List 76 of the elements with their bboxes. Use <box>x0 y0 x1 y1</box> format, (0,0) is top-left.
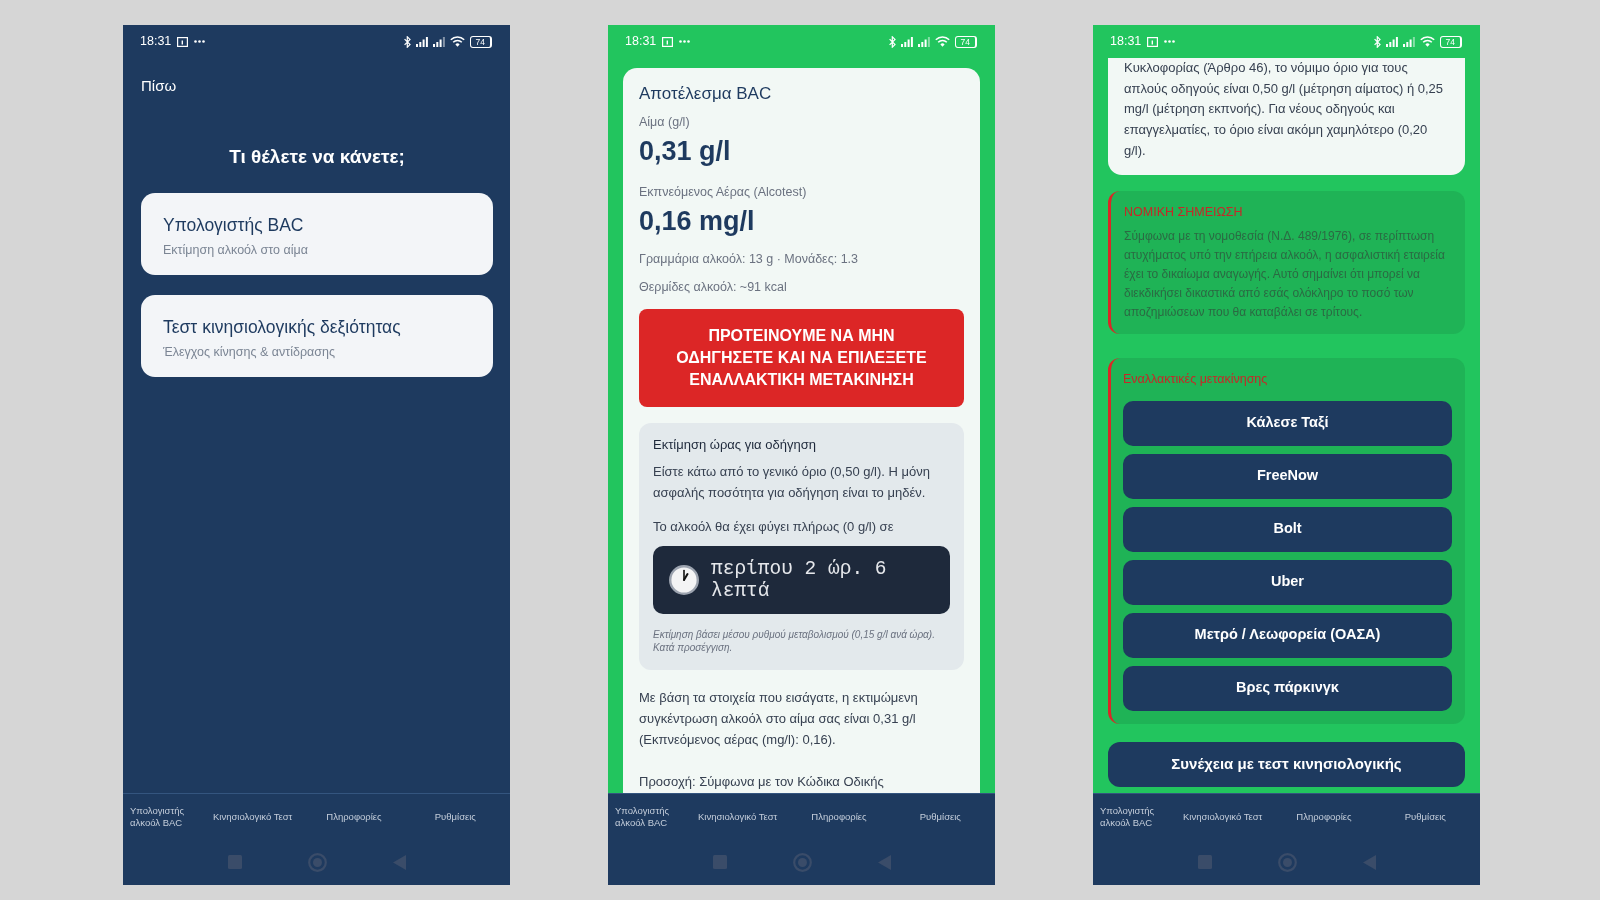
back-triangle-icon[interactable] <box>877 854 891 870</box>
panel-title: Εναλλακτικές μετακίνησης <box>1123 370 1269 388</box>
transport-button[interactable]: Μετρό / Λεωφορεία (ΟΑΣΑ) <box>1123 612 1452 658</box>
body-paragraph: Με βάση τα στοιχεία που εισάγατε, η εκτιμώμενη συγκέντρωση αλκοόλ στο αίμα σας είναι 0,31 g/l (Εκπνεόμενος αέρας (mg/l): 0,16). <box>639 689 919 749</box>
notice-text: Σύμφωνα με τη νομοθεσία (Ν.Δ. 489/1976), σε περίπτωση ατυχήματος υπό την επήρεια αλκοόλ, η ασφαλιστική εταιρεία έχει το δικαίωμα αναγωγής. Αυτό σημαίνει ότι μπορεί να διεκδικήσει δικαστικά από εσάς ολόκληρο το ποσό των αποζημιώσεων που θα καταβάλει σε τρίτους. <box>1124 227 1446 321</box>
wifi-icon <box>934 36 950 47</box>
nav-tab[interactable]: Ρυθμίσεις <box>434 811 476 823</box>
bluetooth-icon <box>888 35 896 48</box>
wifi-icon <box>449 36 465 47</box>
more-dots-icon <box>679 40 691 43</box>
signal-icon <box>900 36 913 47</box>
calendar-icon <box>1147 36 1159 47</box>
card-title: Αποτέλεσμα BAC <box>639 83 773 105</box>
continue-button[interactable]: Συνέχεια με τεστ κινησιολογικής <box>1108 741 1465 787</box>
nav-tab[interactable]: Κινησιολογικό Τεστ <box>698 811 778 823</box>
signal-icon <box>1402 36 1415 47</box>
transport-button[interactable]: FreeNow <box>1123 453 1452 499</box>
signal-icon <box>1385 36 1398 47</box>
body-paragraph: Προσοχή: Σύμφωνα με τον Κώδικα Οδικής <box>639 773 885 791</box>
nav-tab[interactable]: Υπολογιστής αλκοόλ BAC <box>615 805 687 829</box>
wifi-icon <box>1419 36 1435 47</box>
battery-indicator: 74 <box>954 35 977 48</box>
estimate-title: Εκτίμηση ώρας για οδήγηση <box>653 436 817 454</box>
bluetooth-icon <box>403 35 411 48</box>
status-time: 18:31 <box>1110 34 1142 49</box>
option-card[interactable]: Υπολογιστής BAC Εκτίμηση αλκοόλ στο αίμα <box>141 193 493 275</box>
warning-banner: ΠΡΟΤΕΙΝΟΥΜΕ ΝΑ ΜΗΝ ΟΔΗΓΗΣΕΤΕ ΚΑΙ ΝΑ ΕΠΙΛΕΞΕΤΕ ΕΝΑΛΛΑΚΤΙΚΗ ΜΕΤΑΚΙΝΗΣΗ <box>639 309 964 407</box>
home-circle-icon[interactable] <box>307 852 327 872</box>
option-card[interactable]: Τεστ κινησιολογικής δεξιότητας Έλεγχος κίνησης & αντίδρασης <box>141 295 493 377</box>
nav-tab[interactable]: Κινησιολογικό Τεστ <box>213 811 293 823</box>
nav-tab[interactable]: Υπολογιστής αλκοόλ BAC <box>130 805 202 829</box>
screen-heading: Τι θέλετε να κάνετε; <box>228 145 406 169</box>
nav-tab[interactable]: Πληροφορίες <box>326 811 382 823</box>
calendar-icon <box>662 36 674 47</box>
more-dots-icon <box>194 40 206 43</box>
transport-button[interactable]: Κάλεσε Ταξί <box>1123 400 1452 446</box>
reading-label: Αίμα (g/l) <box>639 114 691 131</box>
reading-value: 0,16 mg/l <box>639 205 756 238</box>
square-icon[interactable] <box>227 855 242 869</box>
square-icon[interactable] <box>712 855 727 869</box>
notice-title: ΝΟΜΙΚΗ ΣΗΜΕΙΩΣΗ <box>1124 203 1244 221</box>
signal-icon <box>917 36 930 47</box>
transport-button[interactable]: Uber <box>1123 559 1452 605</box>
battery-indicator: 74 <box>469 35 492 48</box>
back-triangle-icon[interactable] <box>1362 854 1376 870</box>
body-paragraph: Κυκλοφορίας (Άρθρο 46), το νόμιμο όριο για τους απλούς οδηγούς είναι 0,50 g/l (μέτρηση αίματος) ή 0,25 mg/l (μέτρηση εκπνοής). Για νέους οδηγούς και επαγγελματίες, το όριο είναι ακόμη χαμηλότερο (0,20 g/l). <box>1124 59 1445 160</box>
square-icon[interactable] <box>1197 855 1212 869</box>
nav-tab[interactable]: Υπολογιστής αλκοόλ BAC <box>1100 805 1172 829</box>
reading-label: Εκπνεόμενος Αέρας (Alcotest) <box>639 184 808 201</box>
status-time: 18:31 <box>625 34 657 49</box>
transport-button[interactable]: Bolt <box>1123 506 1452 552</box>
back-link[interactable]: Πίσω <box>141 76 177 96</box>
detail-text: Θερμίδες αλκοόλ: ~91 kcal <box>639 279 788 296</box>
nav-tab[interactable]: Κινησιολογικό Τεστ <box>1183 811 1263 823</box>
estimate-note: Εκτίμηση βάσει μέσου ρυθμού μεταβολισμού (0,15 g/l ανά ώρα). Κατά προσέγγιση. <box>653 628 936 654</box>
signal-icon <box>432 36 445 47</box>
nav-tab[interactable]: Πληροφορίες <box>1296 811 1352 823</box>
battery-indicator: 74 <box>1439 35 1462 48</box>
nav-tab[interactable]: Πληροφορίες <box>811 811 867 823</box>
transport-button[interactable]: Βρες πάρκινγκ <box>1123 665 1452 711</box>
back-triangle-icon[interactable] <box>392 854 406 870</box>
reading-value: 0,31 g/l <box>639 135 732 168</box>
bluetooth-icon <box>1373 35 1381 48</box>
detail-text: Γραμμάρια αλκοόλ: 13 g · Μονάδες: 1.3 <box>639 251 860 268</box>
nav-tab[interactable]: Ρυθμίσεις <box>1404 811 1446 823</box>
clock-icon <box>669 565 699 595</box>
estimate-text: Είστε κάτω από το γενικό όριο (0,50 g/l). Η μόνη ασφαλής ποσότητα για οδήγηση είναι το μηδέν. <box>653 463 931 502</box>
estimate-lead: Το αλκοόλ θα έχει φύγει πλήρως (0 g/l) σε <box>653 518 895 536</box>
nav-tab[interactable]: Ρυθμίσεις <box>919 811 961 823</box>
signal-icon <box>415 36 428 47</box>
home-circle-icon[interactable] <box>792 852 812 872</box>
countdown-text: περίπου 2 ώρ. 6 λεπτά <box>711 558 888 602</box>
more-dots-icon <box>1164 40 1176 43</box>
home-circle-icon[interactable] <box>1277 852 1297 872</box>
calendar-icon <box>177 36 189 47</box>
status-time: 18:31 <box>140 34 172 49</box>
